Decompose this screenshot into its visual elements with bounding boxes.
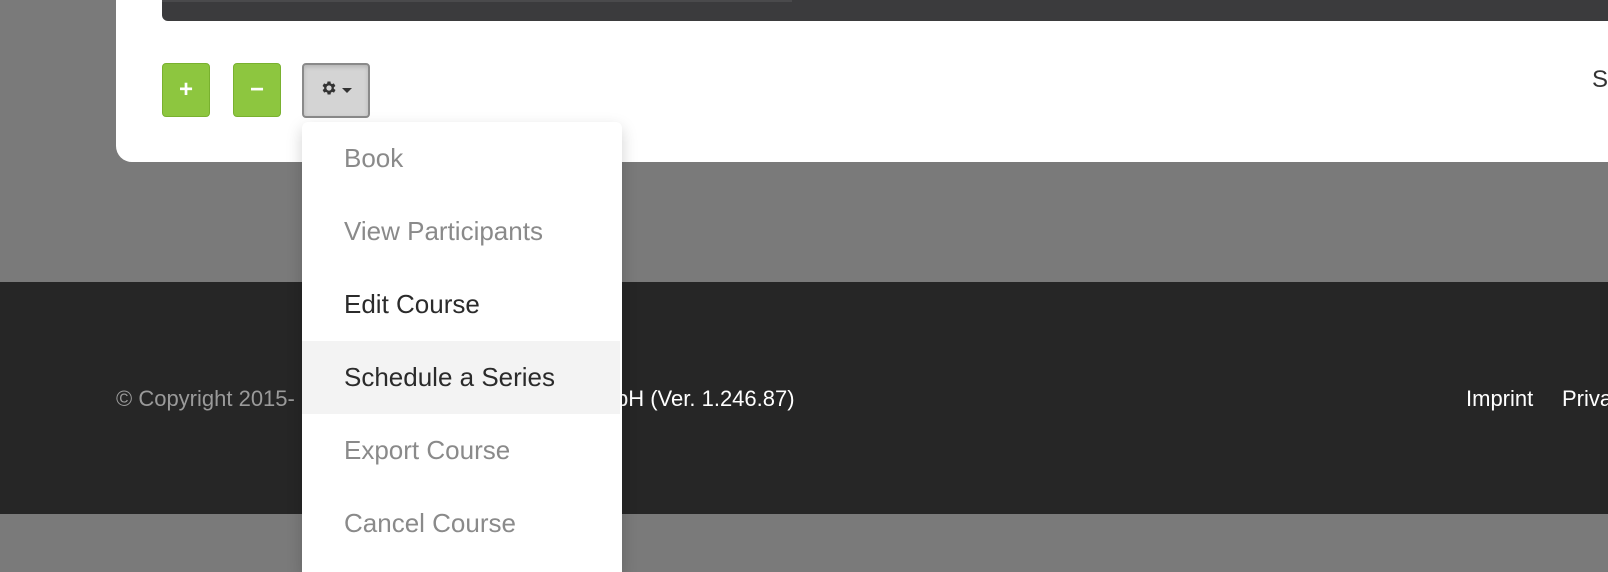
menu-item-edit-course[interactable]: Edit Course <box>302 268 620 341</box>
menu-item-schedule-series[interactable]: Schedule a Series <box>302 341 620 414</box>
imprint-link[interactable]: Imprint <box>1466 386 1533 412</box>
minus-icon: − <box>249 76 264 103</box>
add-button[interactable]: + <box>162 63 210 117</box>
privacy-link[interactable]: Priva <box>1562 386 1608 412</box>
copyright-text: © Copyright 2015- <box>116 386 295 411</box>
caret-down-icon <box>341 82 353 100</box>
remove-button[interactable]: − <box>233 63 281 117</box>
table-bottom-bar <box>162 0 1608 21</box>
menu-item-export-course[interactable]: Export Course <box>302 414 620 487</box>
menu-item-cancel-course[interactable]: Cancel Course <box>302 487 620 560</box>
gear-icon <box>320 79 338 102</box>
settings-dropdown-button[interactable] <box>302 63 370 118</box>
scrollbar-thumb[interactable] <box>162 0 792 2</box>
version-text: bH (Ver. 1.246.87) <box>616 386 795 411</box>
menu-item-book[interactable]: Book <box>302 122 620 195</box>
truncated-label: S <box>1592 66 1608 93</box>
plus-icon: + <box>178 76 193 103</box>
menu-item-view-participants[interactable]: View Participants <box>302 195 620 268</box>
actions-dropdown-menu: Book View Participants Edit Course Sched… <box>302 122 622 572</box>
